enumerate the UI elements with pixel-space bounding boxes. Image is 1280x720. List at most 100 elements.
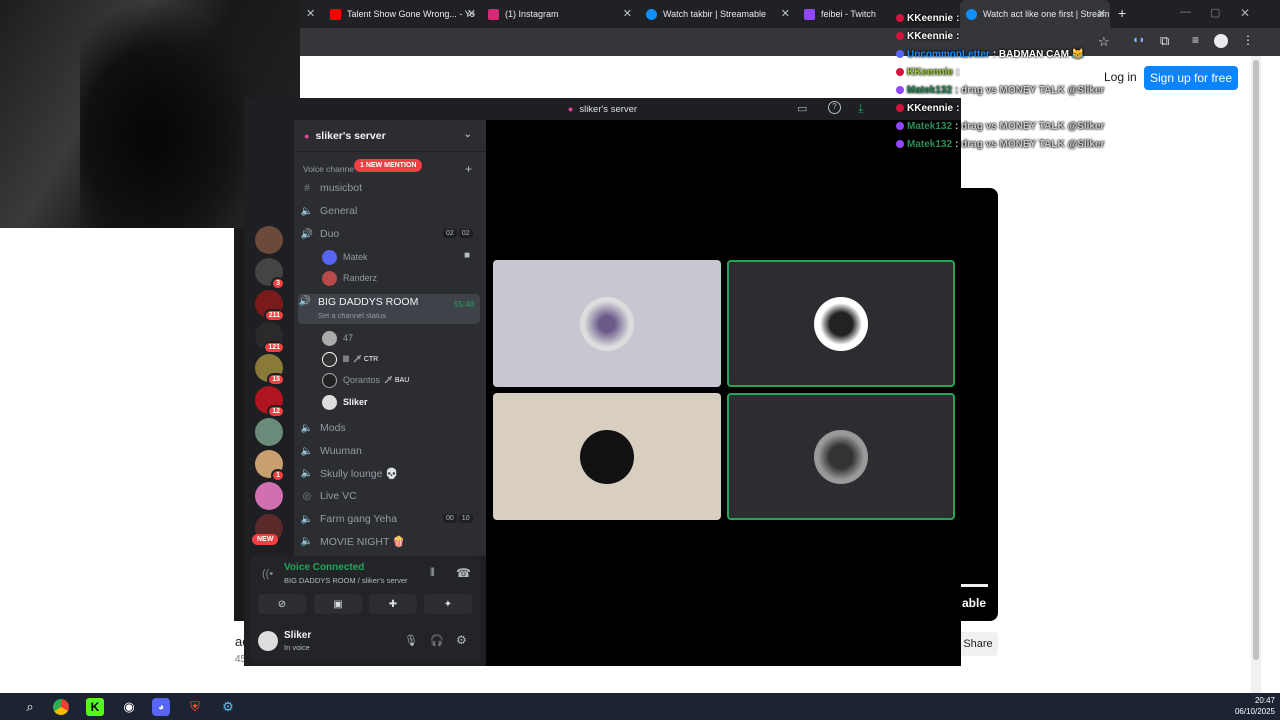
voice-connected-label[interactable]: Voice Connected	[284, 562, 364, 573]
server-icon[interactable]	[255, 226, 283, 254]
login-link[interactable]: Log in	[1104, 70, 1137, 84]
system-clock[interactable]: 20:47 06/10/2025	[1205, 695, 1275, 717]
new-tab-button[interactable]: +	[1118, 5, 1126, 21]
camera-off-icon: ⊘	[277, 598, 287, 610]
server-icon[interactable]	[255, 418, 283, 446]
channel-live-vc[interactable]: ◎ Live VC	[300, 486, 482, 506]
chat-message: KKeennie:	[896, 100, 959, 116]
close-tab-icon[interactable]: ✕	[1097, 7, 1106, 20]
microphone-icon[interactable]: 🎙	[404, 634, 418, 647]
signup-button[interactable]: Sign up for free	[1144, 66, 1238, 90]
channel-name: Mods	[320, 422, 346, 434]
voice-user-qorantos[interactable]: Qorantos 🗡 BAU	[322, 371, 409, 389]
bookmark-star-icon[interactable]: ☆	[1098, 34, 1110, 50]
media-icon[interactable]: ◖◗	[1132, 34, 1145, 46]
channel-musicbot[interactable]: # musicbot	[300, 178, 482, 198]
share-button[interactable]: Share	[958, 632, 998, 656]
participant-tile[interactable]	[493, 393, 721, 520]
voice-user-sliker[interactable]: Sliker	[322, 393, 368, 411]
brave-icon[interactable]: ⛨	[185, 697, 205, 717]
new-mention-badge[interactable]: 1 NEW MENTION	[354, 159, 423, 172]
participant-avatar	[814, 296, 868, 351]
maximize-icon[interactable]: ▢	[1210, 6, 1220, 19]
channel-mods[interactable]: 🔈 Mods	[300, 418, 482, 438]
window-close-icon[interactable]: ✕	[1240, 6, 1250, 20]
chrome-icon[interactable]	[53, 699, 69, 715]
participant-tile[interactable]	[493, 260, 721, 387]
user-name: Randerz	[343, 273, 378, 283]
tab-youtube[interactable]: Talent Show Gone Wrong... - Yo ✕	[330, 0, 476, 28]
extensions-icon[interactable]: ⧉	[1160, 33, 1169, 49]
close-icon[interactable]: ✕	[306, 7, 315, 20]
search-icon[interactable]: ⌕	[20, 697, 40, 717]
chat-username: Matek132	[907, 84, 953, 96]
screen-share-button[interactable]: ▣	[314, 594, 362, 614]
channel-name: Farm gang Yeha	[320, 513, 398, 525]
progress-bar[interactable]	[960, 584, 988, 587]
server-icon[interactable]: 1	[255, 450, 285, 482]
close-tab-icon[interactable]: ✕	[623, 7, 632, 20]
steam-icon[interactable]: ⚙	[218, 697, 238, 717]
tab-instagram[interactable]: (1) Instagram ✕	[488, 0, 632, 28]
close-tab-icon[interactable]: ✕	[467, 7, 476, 20]
chat-username: KKeennie	[907, 102, 954, 114]
soundboard-icon: ✦	[443, 598, 453, 610]
chat-message: Matek132: drag vs MONEY TALK @Sliker	[896, 118, 1104, 134]
close-tab-icon[interactable]: ✕	[781, 7, 790, 20]
server-icon[interactable]: 3	[255, 258, 285, 290]
server-header[interactable]: ● sliker's server ⌄	[294, 120, 486, 152]
voice-user-matek[interactable]: Matek	[322, 248, 368, 266]
kick-icon[interactable]: K	[86, 698, 104, 716]
scrollbar-thumb[interactable]	[1253, 60, 1259, 660]
participant-tile-speaking[interactable]	[727, 393, 955, 520]
download-icon[interactable]: ⤓	[858, 101, 863, 116]
voice-user-47[interactable]: 47	[322, 329, 353, 347]
channel-skully-lounge[interactable]: 🔈 Skully lounge 💀	[300, 463, 482, 483]
obs-icon[interactable]: ◉	[119, 697, 139, 717]
settings-gear-icon[interactable]: ⚙	[456, 633, 467, 647]
camera-toggle-button[interactable]: ⊘	[258, 594, 306, 614]
tab-streamable-active[interactable]: Watch act like one first | Stream ✕	[960, 0, 1110, 28]
soundboard-button[interactable]: ✦	[424, 594, 472, 614]
camera-icon: ■	[464, 250, 471, 261]
chevron-down-icon[interactable]: ⌄	[464, 129, 472, 140]
user-tag: 🗡 CTR	[353, 356, 379, 363]
participant-tile-speaking[interactable]	[727, 260, 955, 387]
chat-username: Matek132	[907, 138, 953, 150]
server-icon[interactable]: 15	[255, 354, 285, 386]
menu-icon[interactable]: ⋮	[1242, 33, 1254, 47]
headphones-icon[interactable]: 🎧	[430, 634, 444, 647]
server-icon[interactable]: 12	[255, 386, 285, 418]
call-timer: 55:48	[454, 300, 475, 309]
voice-user-randerz[interactable]: Randerz	[322, 269, 377, 287]
channel-wuuman[interactable]: 🔈 Wuuman	[300, 441, 482, 461]
voice-user-lll[interactable]: lll 🗡 CTR	[322, 350, 378, 368]
minimize-icon[interactable]: —	[1180, 6, 1191, 18]
tab-streamable-takbir[interactable]: Watch takbir | Streamable ✕	[646, 0, 790, 28]
category-label[interactable]: Voice channe	[303, 164, 354, 174]
channel-movie-night[interactable]: 🔈 MOVIE NIGHT 🍿	[300, 531, 482, 551]
channel-status[interactable]: Set a channel status	[318, 311, 418, 320]
profile-avatar[interactable]	[1214, 34, 1228, 48]
activity-button[interactable]: ✚	[369, 594, 417, 614]
server-icon[interactable]	[255, 482, 283, 510]
server-icon[interactable]: 121	[255, 322, 285, 354]
voice-location[interactable]: BIG DADDYS ROOM / sliker's server	[284, 576, 408, 585]
gamepad-icon: ✚	[388, 598, 398, 610]
noise-suppression-icon[interactable]: ⦀	[430, 567, 435, 580]
discord-icon[interactable]: ◕	[152, 698, 170, 716]
avatar[interactable]	[258, 631, 278, 651]
server-name: sliker's server	[315, 129, 386, 142]
video-player[interactable]: able	[960, 188, 998, 621]
inbox-icon[interactable]: ▭	[797, 102, 807, 115]
disconnect-icon[interactable]: ☎	[456, 566, 471, 580]
user-name: Sliker	[343, 397, 368, 407]
server-icon[interactable]: 211	[255, 290, 285, 322]
reading-list-icon[interactable]: ≡	[1192, 33, 1199, 47]
youtube-icon	[330, 8, 341, 20]
help-icon[interactable]: ?	[828, 101, 841, 114]
signal-icon[interactable]: ((•	[262, 568, 273, 580]
add-channel-icon[interactable]: +	[465, 162, 472, 176]
channel-name: musicbot	[320, 182, 363, 194]
channel-general[interactable]: 🔈 General	[300, 201, 482, 221]
